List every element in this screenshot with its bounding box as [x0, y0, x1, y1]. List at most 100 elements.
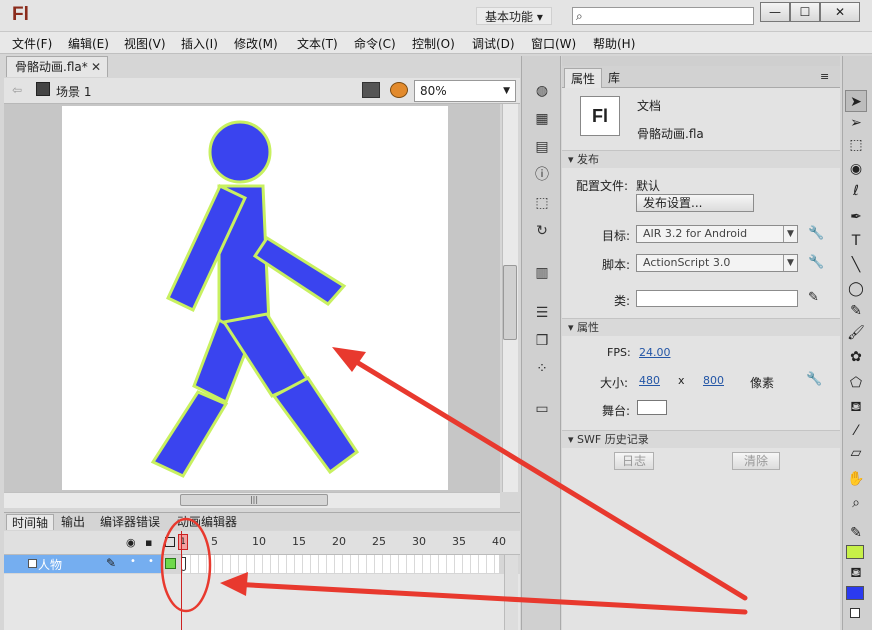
line-tool-icon[interactable]: ╲: [845, 254, 867, 276]
publish-settings-button[interactable]: 发布设置...: [636, 194, 754, 212]
clear-button[interactable]: 清除: [732, 452, 780, 470]
tab-timeline[interactable]: 时间轴: [6, 514, 55, 530]
selection-tool-icon[interactable]: ➤: [845, 90, 867, 112]
lock-dot-icon[interactable]: •: [148, 556, 154, 567]
pen-tool-icon[interactable]: ✒: [845, 206, 867, 228]
align-icon[interactable]: ▤: [531, 136, 553, 158]
menu-help[interactable]: 帮助(H): [593, 35, 635, 52]
edit-scene-icon[interactable]: [362, 82, 380, 98]
frame-cells[interactable]: [183, 555, 499, 573]
zoom-tool-icon[interactable]: ⌕: [845, 492, 867, 514]
stage-vertical-scroll-thumb[interactable]: [503, 265, 517, 340]
info-icon[interactable]: ⓘ: [531, 164, 553, 186]
motion-presets-icon[interactable]: ⁘: [531, 358, 553, 380]
menu-text[interactable]: 文本(T): [297, 35, 338, 52]
swap-colors-icon[interactable]: [850, 608, 860, 618]
menu-edit[interactable]: 编辑(E): [68, 35, 109, 52]
stage-horizontal-scroll-thumb[interactable]: |||: [180, 494, 328, 506]
stroke-color-icon: ✎: [850, 525, 862, 541]
log-button[interactable]: 日志: [614, 452, 654, 470]
bone-tool-icon[interactable]: ⬠: [845, 372, 867, 394]
maximize-button[interactable]: ☐: [790, 2, 820, 22]
zoom-select[interactable]: 80% ▼: [414, 80, 516, 102]
tab-compiler-errors[interactable]: 编译器错误: [95, 514, 165, 530]
eyedropper-tool-icon[interactable]: ⁄: [845, 420, 867, 442]
edit-symbols-icon[interactable]: [390, 82, 408, 98]
swatches-icon[interactable]: ▦: [531, 108, 553, 130]
deco-tool-icon[interactable]: ✿: [845, 346, 867, 368]
eraser-tool-icon[interactable]: ▱: [845, 442, 867, 464]
swf-history-title: SWF 历史记录: [577, 433, 649, 446]
back-arrow-icon[interactable]: ⇦: [12, 83, 22, 97]
menu-window[interactable]: 窗口(W): [531, 35, 576, 52]
free-transform-tool-icon[interactable]: ⬚: [845, 134, 867, 156]
layer-name[interactable]: 人物: [38, 556, 62, 573]
3d-rotation-tool-icon[interactable]: ◉: [845, 158, 867, 180]
outline-icon[interactable]: [165, 537, 175, 547]
script-select[interactable]: ActionScript 3.0 ▼: [636, 254, 798, 272]
width-value[interactable]: 480: [639, 374, 660, 387]
brush-tool-icon[interactable]: 🖌: [845, 322, 867, 344]
menu-control[interactable]: 控制(O): [412, 35, 455, 52]
swf-history-section-header[interactable]: ▾ SWF 历史记录: [562, 430, 840, 448]
playhead-marker[interactable]: 1: [178, 534, 188, 550]
attributes-section-header[interactable]: ▾ 属性: [562, 318, 840, 336]
paint-bucket-tool-icon[interactable]: ⛾: [845, 396, 867, 418]
target-value: AIR 3.2 for Android: [643, 227, 748, 240]
tab-properties[interactable]: 属性: [564, 68, 603, 88]
menu-file[interactable]: 文件(F): [12, 35, 52, 52]
profile-label: 配置文件:: [576, 179, 629, 193]
target-select[interactable]: AIR 3.2 for Android ▼: [636, 225, 798, 243]
code-snippets-icon[interactable]: ☰: [531, 302, 553, 324]
height-value[interactable]: 800: [703, 374, 724, 387]
lock-icon[interactable]: ▪: [145, 536, 152, 549]
tab-output[interactable]: 输出: [56, 514, 90, 530]
wrench-icon[interactable]: 🔧: [806, 372, 822, 387]
stage-color-swatch[interactable]: [637, 400, 667, 415]
wrench-icon[interactable]: 🔧: [808, 226, 824, 241]
pencil-icon[interactable]: ✎: [808, 290, 819, 305]
menu-insert[interactable]: 插入(I): [181, 35, 218, 52]
layer-outline-color[interactable]: [165, 558, 176, 569]
minimize-button[interactable]: —: [760, 2, 790, 22]
history-icon[interactable]: ↻: [531, 220, 553, 242]
close-tab-icon[interactable]: ✕: [91, 57, 101, 77]
wrench-icon[interactable]: 🔧: [808, 255, 824, 270]
lasso-tool-icon[interactable]: ℓ: [845, 180, 867, 202]
frame-label: 10: [252, 535, 266, 548]
tab-library[interactable]: 库: [602, 68, 626, 88]
menu-modify[interactable]: 修改(M): [234, 35, 278, 52]
class-input[interactable]: [636, 290, 798, 307]
tab-motion-editor[interactable]: 动画编辑器: [172, 514, 242, 530]
publish-section-header[interactable]: ▾ 发布: [562, 150, 840, 168]
hand-tool-icon[interactable]: ✋: [845, 468, 867, 490]
text-tool-icon[interactable]: T: [845, 230, 867, 252]
close-button[interactable]: ✕: [820, 2, 860, 22]
eye-icon[interactable]: ◉: [126, 536, 136, 549]
stick-figure[interactable]: [62, 106, 448, 490]
menu-debug[interactable]: 调试(D): [472, 35, 515, 52]
frame-label: 25: [372, 535, 386, 548]
subselection-tool-icon[interactable]: ➢: [845, 112, 867, 134]
fill-color-swatch[interactable]: [846, 586, 864, 600]
search-input[interactable]: ⌕: [572, 7, 754, 25]
menu-commands[interactable]: 命令(C): [354, 35, 396, 52]
library-icon[interactable]: ▥: [531, 262, 553, 284]
workspace-switcher[interactable]: 基本功能 ▾: [476, 7, 552, 25]
fps-value[interactable]: 24.00: [639, 346, 671, 359]
script-value: ActionScript 3.0: [643, 256, 731, 269]
panel-menu-icon[interactable]: ≡: [820, 70, 829, 83]
components-icon[interactable]: ❒: [531, 330, 553, 352]
rectangle-tool-icon[interactable]: ◯: [845, 278, 867, 300]
timeline-scrollbar[interactable]: [504, 555, 518, 630]
attributes-section-title: 属性: [577, 321, 600, 334]
pencil-tool-icon[interactable]: ✎: [845, 300, 867, 322]
stage[interactable]: [62, 106, 448, 490]
visibility-dot-icon[interactable]: •: [130, 556, 136, 567]
stroke-color-swatch[interactable]: [846, 545, 864, 559]
output-panel-icon[interactable]: ▭: [531, 398, 553, 420]
transform-icon[interactable]: ⬚: [531, 192, 553, 214]
menu-view[interactable]: 视图(V): [124, 35, 166, 52]
color-icon[interactable]: ◍: [531, 80, 553, 102]
document-tab[interactable]: 骨骼动画.fla* ✕: [6, 56, 108, 77]
